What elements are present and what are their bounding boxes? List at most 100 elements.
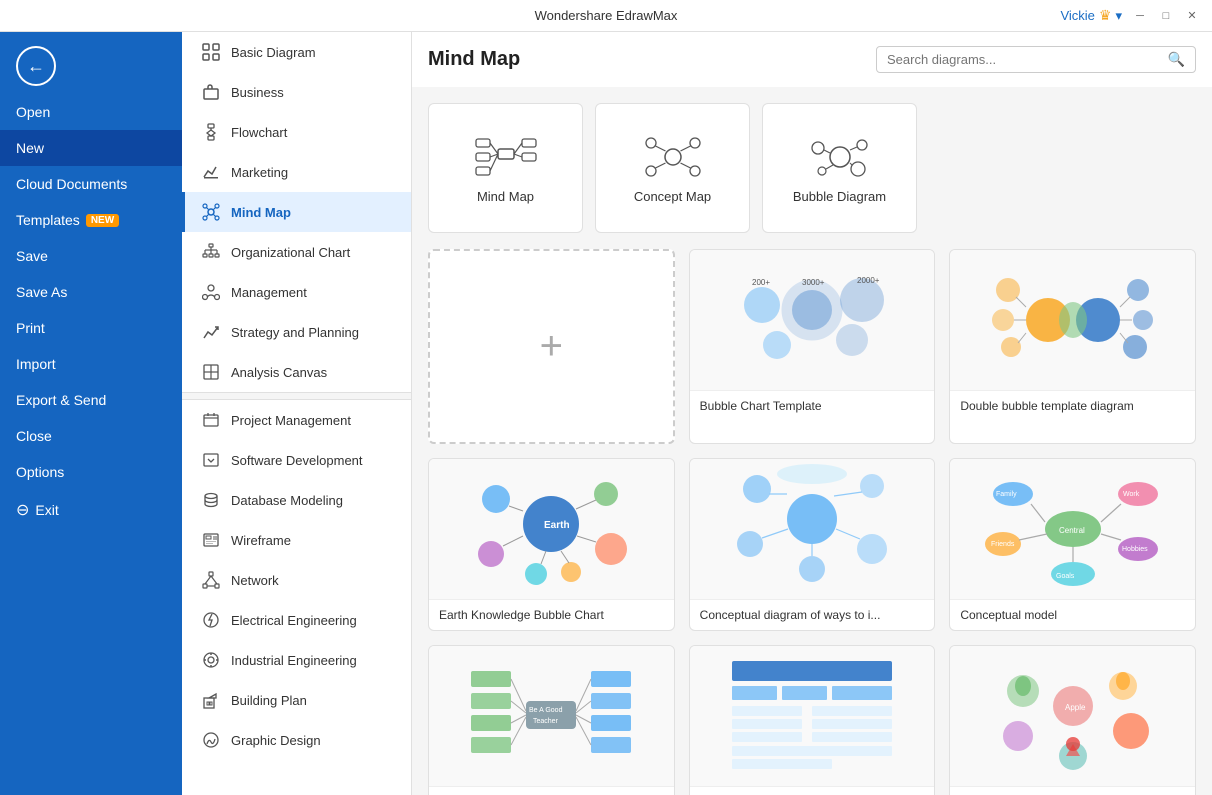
category-org-chart[interactable]: Organizational Chart	[182, 232, 411, 272]
print-label: Print	[16, 320, 45, 336]
sidebar-item-export[interactable]: Export & Send	[0, 382, 182, 418]
svg-text:3000+: 3000+	[802, 278, 825, 287]
category-project-label: Project Management	[231, 413, 351, 428]
sidebar-item-close[interactable]: Close	[0, 418, 182, 454]
templates-grid: + 200+ 3000+ 2000+	[428, 249, 1196, 795]
category-industrial[interactable]: Industrial Engineering	[182, 640, 411, 680]
mindmap-icon	[201, 202, 221, 222]
username: Vickie	[1060, 8, 1094, 23]
earth-knowledge-thumb: Earth	[429, 459, 674, 599]
category-basic-diagram[interactable]: Basic Diagram	[182, 32, 411, 72]
sidebar-item-print[interactable]: Print	[0, 310, 182, 346]
svg-text:Apple: Apple	[1065, 703, 1086, 712]
org-chart-icon	[201, 242, 221, 262]
category-building[interactable]: Building Plan	[182, 680, 411, 720]
svg-text:Family: Family	[996, 491, 1017, 498]
mindmap-type-label: Mind Map	[477, 189, 534, 204]
sidebar-item-exit[interactable]: ⊖ Exit	[0, 490, 182, 530]
maximize-button[interactable]: □	[1158, 8, 1174, 24]
diagram-type-mindmap[interactable]: Mind Map	[428, 103, 583, 233]
template-flowchart-blue[interactable]	[689, 645, 936, 795]
category-industrial-label: Industrial Engineering	[231, 653, 357, 668]
category-software[interactable]: Software Development	[182, 440, 411, 480]
svg-text:Teacher: Teacher	[533, 718, 559, 725]
exit-icon: ⊖	[16, 500, 29, 520]
sidebar-item-cloud[interactable]: Cloud Documents	[0, 166, 182, 202]
category-network[interactable]: Network	[182, 560, 411, 600]
mindmap-type-icon	[474, 133, 538, 181]
svg-text:Goals: Goals	[1056, 573, 1075, 580]
fruits-label	[950, 786, 1195, 795]
category-marketing-label: Marketing	[231, 165, 288, 180]
add-icon: +	[540, 324, 563, 369]
template-conceptual-model[interactable]: Central Family	[949, 458, 1196, 631]
category-mindmap[interactable]: Mind Map	[182, 192, 411, 232]
template-be-good-teacher[interactable]: Be A Good Teacher	[428, 645, 675, 795]
minimize-button[interactable]: ─	[1132, 8, 1148, 24]
category-database[interactable]: Database Modeling	[182, 480, 411, 520]
svg-text:Work: Work	[1123, 491, 1140, 498]
category-flowchart-label: Flowchart	[231, 125, 287, 140]
category-strategy[interactable]: Strategy and Planning	[182, 312, 411, 352]
category-wireframe[interactable]: Wireframe	[182, 520, 411, 560]
category-flowchart[interactable]: Flowchart	[182, 112, 411, 152]
conceptual-model-label: Conceptual model	[950, 599, 1195, 630]
building-icon	[201, 690, 221, 710]
flowchart-blue-label	[690, 786, 935, 795]
category-management[interactable]: Management	[182, 272, 411, 312]
category-marketing[interactable]: Marketing	[182, 152, 411, 192]
category-software-label: Software Development	[231, 453, 363, 468]
fruits-thumb: Apple	[950, 646, 1195, 786]
flowchart-icon	[201, 122, 221, 142]
category-mindmap-label: Mind Map	[231, 205, 291, 220]
bubblediagram-type-icon	[808, 133, 872, 181]
category-divider	[182, 392, 411, 400]
conceptual-diagram-label: Conceptual diagram of ways to i...	[690, 599, 935, 630]
sidebar-item-saveas[interactable]: Save As	[0, 274, 182, 310]
diagram-types-row: Mind Map Concept Map	[428, 103, 1196, 233]
sidebar-item-open[interactable]: Open	[0, 94, 182, 130]
sidebar-item-save[interactable]: Save	[0, 238, 182, 274]
options-label: Options	[16, 464, 64, 480]
basic-diagram-icon	[201, 42, 221, 62]
import-label: Import	[16, 356, 56, 372]
template-conceptual-diagram[interactable]: Conceptual diagram of ways to i...	[689, 458, 936, 631]
category-business[interactable]: Business	[182, 72, 411, 112]
conceptual-diagram-thumb	[690, 459, 935, 599]
save-label: Save	[16, 248, 48, 264]
sidebar-item-new[interactable]: New	[0, 130, 182, 166]
svg-text:Hobbies: Hobbies	[1122, 546, 1148, 553]
bubble-chart-thumb: 200+ 3000+ 2000+	[690, 250, 935, 390]
category-electrical[interactable]: Electrical Engineering	[182, 600, 411, 640]
left-sidebar: ← Open New Cloud Documents Templates NEW…	[0, 32, 182, 795]
sidebar-item-templates[interactable]: Templates NEW	[0, 202, 182, 238]
diagram-type-conceptmap[interactable]: Concept Map	[595, 103, 750, 233]
bubblediagram-type-label: Bubble Diagram	[793, 189, 886, 204]
template-bubble-chart[interactable]: 200+ 3000+ 2000+ Bubble Chart Template	[689, 249, 936, 444]
crown-icon: ♛	[1099, 7, 1112, 24]
user-menu[interactable]: Vickie ♛ ▾	[1060, 7, 1122, 24]
diagram-type-bubblediagram[interactable]: Bubble Diagram	[762, 103, 917, 233]
main-layout: ← Open New Cloud Documents Templates NEW…	[0, 32, 1212, 795]
category-graphic[interactable]: Graphic Design	[182, 720, 411, 760]
sidebar-item-options[interactable]: Options	[0, 454, 182, 490]
template-fruits[interactable]: Apple	[949, 645, 1196, 795]
template-double-bubble[interactable]: Double bubble template diagram	[949, 249, 1196, 444]
close-button[interactable]: ✕	[1184, 8, 1200, 24]
management-icon	[201, 282, 221, 302]
svg-text:200+: 200+	[752, 278, 770, 287]
network-icon	[201, 570, 221, 590]
titlebar: Wondershare EdrawMax Vickie ♛ ▾ ─ □ ✕	[0, 0, 1212, 32]
marketing-icon	[201, 162, 221, 182]
sidebar-item-import[interactable]: Import	[0, 346, 182, 382]
template-earth-knowledge[interactable]: Earth	[428, 458, 675, 631]
templates-label: Templates	[16, 212, 80, 228]
category-strategy-label: Strategy and Planning	[231, 325, 359, 340]
new-template-card[interactable]: +	[428, 249, 675, 444]
back-button[interactable]: ←	[16, 46, 56, 86]
category-analysis-label: Analysis Canvas	[231, 365, 327, 380]
category-project[interactable]: Project Management	[182, 400, 411, 440]
software-icon	[201, 450, 221, 470]
category-analysis[interactable]: Analysis Canvas	[182, 352, 411, 392]
search-input[interactable]	[887, 52, 1168, 67]
